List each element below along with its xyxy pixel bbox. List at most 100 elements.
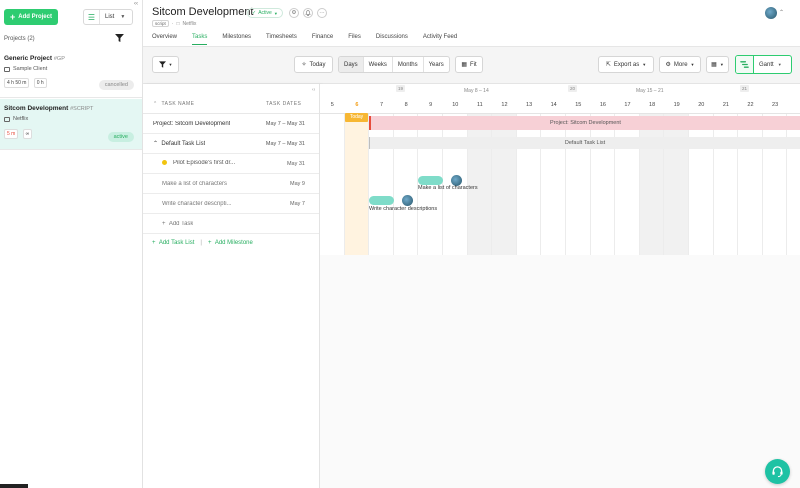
project-status-dropdown[interactable]: ✓ Active ▼ — [247, 8, 283, 18]
list-view-icon[interactable]: ☰ — [84, 10, 100, 24]
plus-icon: + — [10, 11, 16, 22]
task-bar-label: Make a list of characters — [418, 185, 478, 191]
more-dropdown[interactable]: ⚙ More ▼ — [659, 56, 701, 73]
week-range: May 15 – 21 — [636, 88, 664, 94]
gantt-day-column — [591, 114, 616, 255]
tab-finance[interactable]: Finance — [312, 34, 333, 45]
tasklist-gantt-bar[interactable]: Default Task List — [369, 137, 800, 149]
task-row[interactable]: Write character descripti... May 7 — [143, 194, 319, 214]
today-marker: Today — [345, 113, 368, 122]
assignee-avatar[interactable] — [402, 195, 413, 206]
gantt-day-column — [394, 114, 419, 255]
day-number: 9 — [429, 102, 433, 108]
view-mode-dropdown[interactable]: Gantt ▼ — [735, 55, 792, 74]
col-task-name[interactable]: ⌃ TASK NAME — [153, 101, 195, 107]
tab-activity-feed[interactable]: Activity Feed — [423, 34, 457, 45]
support-chat-button[interactable] — [765, 459, 790, 484]
add-milestone-link[interactable]: + Add Milestone — [208, 240, 253, 246]
task-row-project[interactable]: Project: Sitcom Development May 7 – May … — [143, 114, 319, 134]
task-dates: May 31 — [286, 160, 305, 167]
gantt-day-column — [492, 114, 517, 255]
add-task-link[interactable]: + Add Task — [162, 221, 193, 227]
scale-years[interactable]: Years — [424, 57, 449, 72]
day-number: 7 — [379, 102, 384, 108]
project-client: Netflix — [4, 116, 138, 122]
fit-button[interactable]: ▦ Fit — [455, 56, 483, 73]
more-dots-icon[interactable]: ··· — [317, 8, 327, 18]
budget-chip: 0 h — [33, 78, 47, 88]
tab-overview[interactable]: Overview — [152, 34, 177, 45]
task-row-tasklist[interactable]: ⌃ Default Task List May 7 – May 31 — [143, 134, 319, 154]
gantt-chart: 19 May 8 – 14 20 May 15 – 21 21 5 6 7 8 9 10 1… — [320, 84, 800, 488]
day-number: 16 — [599, 102, 606, 108]
scale-days[interactable]: Days — [339, 57, 364, 72]
projects-sidebar: ‹‹ + Add Project ☰ List ▼ Projects (2) G… — [0, 0, 143, 488]
export-as-dropdown[interactable]: ⇱ Export as ▼ — [598, 56, 654, 73]
col-task-dates[interactable]: TASK DATES — [266, 101, 301, 107]
task-name: Write character descripti... — [162, 200, 232, 207]
chevron-down-icon: ▼ — [273, 10, 278, 16]
filter-dropdown-button[interactable]: ▼ — [152, 56, 179, 73]
gantt-day-column — [639, 114, 665, 255]
client-link[interactable]: Netflix — [182, 21, 196, 27]
status-badge: cancelled — [98, 80, 134, 90]
tab-timesheets[interactable]: Timesheets — [266, 34, 297, 45]
project-header: Sitcom Development ✓ Active ▼ ⚙ ··· scri… — [143, 0, 800, 47]
tab-milestones[interactable]: Milestones — [222, 34, 251, 45]
gantt-day-column — [763, 114, 788, 255]
gantt-day-column — [344, 114, 370, 255]
gantt-day-column — [566, 114, 591, 255]
task-name: ⌃ Default Task List — [153, 141, 206, 147]
export-icon: ⇱ — [605, 62, 611, 68]
script-tag: script — [152, 20, 169, 27]
fit-icon: ▦ — [461, 62, 467, 68]
chevron-down-icon: ▼ — [642, 62, 647, 67]
columns-dropdown[interactable]: ▦ ▼ — [706, 56, 729, 73]
view-select[interactable]: ☰ List ▼ — [83, 9, 133, 25]
day-number: 19 — [673, 102, 680, 108]
project-tabs: Overview Tasks Milestones Timesheets Fin… — [152, 34, 457, 45]
chevron-up-icon[interactable]: ⌃ — [779, 9, 784, 16]
client-icon: □ — [176, 20, 180, 27]
settings-gear-icon[interactable]: ⚙ — [289, 8, 299, 18]
tab-files[interactable]: Files — [348, 34, 361, 45]
notification-bell-icon[interactable] — [303, 8, 313, 18]
filter-icon[interactable] — [115, 34, 124, 42]
scale-weeks[interactable]: Weeks — [364, 57, 393, 72]
tab-discussions[interactable]: Discussions — [376, 34, 408, 45]
chevron-down-icon: ▼ — [168, 62, 173, 67]
gear-icon: ⚙ — [665, 62, 671, 68]
add-task-list-link[interactable]: + Add Task List — [152, 240, 194, 246]
day-number: 13 — [526, 102, 533, 108]
project-gantt-bar[interactable]: Project: Sitcom Development — [369, 116, 800, 130]
add-task-row: + Add Task — [143, 214, 319, 234]
task-row[interactable]: Make a list of characters May 9 — [143, 174, 319, 194]
task-row[interactable]: Pilot Episode's first dr... May 31 — [143, 154, 319, 174]
time-chip: 4 h 50 m — [4, 78, 30, 88]
gantt-day-column — [369, 114, 394, 255]
add-project-button[interactable]: + Add Project — [4, 9, 58, 25]
collapse-sidebar-icon[interactable]: ‹‹ — [134, 1, 138, 7]
day-number: 22 — [747, 102, 754, 108]
project-item-sitcom[interactable]: Sitcom Development #SCRIPT Netflix 5 m ∞… — [0, 99, 142, 150]
status-badge: active — [107, 132, 134, 142]
day-number: 6 — [355, 102, 359, 108]
crosshair-icon: ✧ — [301, 62, 307, 68]
day-number: 14 — [550, 102, 557, 108]
day-number: 15 — [575, 102, 582, 108]
milestone-dot-icon — [162, 160, 167, 166]
chevron-down-icon: ▼ — [777, 62, 782, 67]
project-item-generic[interactable]: Generic Project #GP Sample Client 4 h 50… — [0, 49, 142, 98]
task-bar-label: Write character descriptions — [369, 206, 438, 212]
day-number: 8 — [404, 102, 408, 108]
scale-months[interactable]: Months — [393, 57, 424, 72]
user-avatar[interactable] — [765, 7, 777, 19]
project-name: Sitcom Development #SCRIPT — [4, 105, 94, 112]
task-gantt-bar[interactable] — [418, 176, 443, 185]
day-number: 10 — [452, 102, 459, 108]
today-button[interactable]: ✧ Today — [294, 56, 333, 73]
tab-tasks[interactable]: Tasks — [192, 34, 208, 45]
task-dates: May 9 — [290, 180, 305, 187]
task-gantt-bar[interactable] — [369, 196, 394, 205]
client-icon — [4, 116, 10, 122]
